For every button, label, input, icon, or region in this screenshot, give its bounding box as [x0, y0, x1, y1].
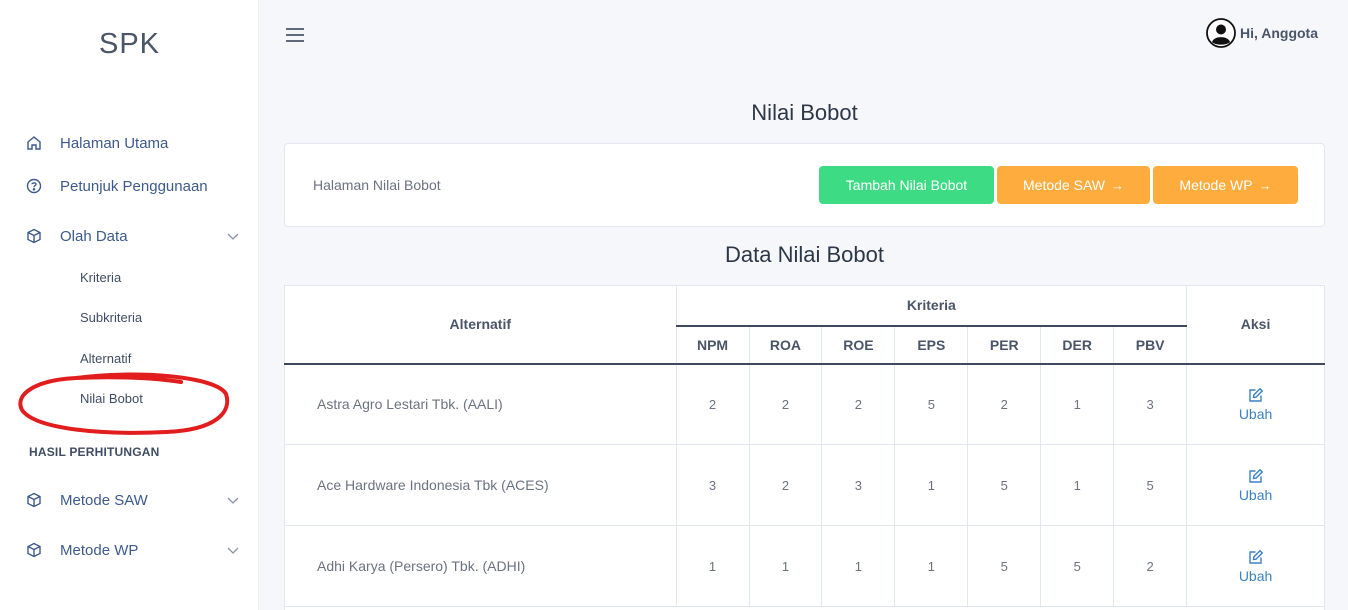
table-cell: 3	[821, 444, 896, 526]
table-cell: 5	[894, 363, 969, 445]
chevron-down-icon	[226, 493, 240, 507]
edit-icon	[1248, 468, 1263, 483]
column-header-der: DER	[1040, 325, 1115, 365]
table-cell: 1	[675, 525, 750, 607]
chevron-down-icon	[226, 543, 240, 557]
ubah-label: Ubah	[1238, 567, 1273, 584]
column-header-aksi: Aksi	[1186, 285, 1325, 365]
sidebar-item-metode-wp[interactable]: Metode WP	[0, 530, 259, 570]
home-icon	[26, 135, 42, 151]
table-cell: 3	[1113, 363, 1188, 445]
add-nilai-bobot-button[interactable]: Tambah Nilai Bobot	[819, 166, 994, 204]
sidebar-subitem-kriteria[interactable]: Kriteria	[80, 270, 121, 285]
table-cell: 1	[821, 525, 896, 607]
section-label-hasil: HASIL PERHITUNGAN	[29, 445, 160, 459]
user-menu[interactable]: Hi, Anggota	[1206, 18, 1318, 48]
nilai-bobot-table-container: Alternatif Kriteria Aksi NPM ROA ROE EPS…	[284, 285, 1325, 610]
box-icon	[26, 542, 42, 558]
alternatif-name: Adhi Karya (Persero) Tbk. (ADHI)	[284, 525, 677, 607]
sidebar-item-label: Petunjuk Penggunaan	[60, 177, 208, 195]
sidebar-subitem-alternatif[interactable]: Alternatif	[80, 351, 131, 366]
table-cell: 1	[748, 525, 823, 607]
column-header-per: PER	[967, 325, 1042, 365]
column-header-npm: NPM	[675, 325, 750, 365]
red-annotation-circle	[18, 372, 230, 435]
table-cell: 5	[967, 525, 1042, 607]
table-row: Ace Hardware Indonesia Tbk (ACES) 3 2 3 …	[284, 444, 1325, 526]
table-cell: 1	[1040, 444, 1115, 526]
user-greeting: Hi, Anggota	[1239, 25, 1318, 41]
table-cell: 2	[748, 444, 823, 526]
card-description: Halaman Nilai Bobot	[313, 177, 441, 193]
sidebar-item-label: Metode WP	[60, 541, 139, 559]
table-cell: 5	[967, 444, 1042, 526]
help-circle-icon	[26, 178, 42, 194]
brand-logo[interactable]: SPK	[0, 28, 259, 61]
table-cell: 5	[1113, 444, 1188, 526]
box-icon	[26, 492, 42, 508]
sidebar: SPK Halaman Utama Petunjuk Penggunaan Ol…	[0, 0, 259, 610]
column-header-roa: ROA	[748, 325, 823, 365]
column-header-eps: EPS	[894, 325, 969, 365]
edit-icon	[1248, 387, 1263, 402]
sidebar-item-petunjuk[interactable]: Petunjuk Penggunaan	[0, 166, 259, 206]
table-cell: 2	[967, 363, 1042, 445]
action-cell: Ubah	[1186, 444, 1325, 526]
button-label: Tambah Nilai Bobot	[845, 177, 968, 193]
action-cell: Ubah	[1186, 525, 1325, 607]
hamburger-menu-icon[interactable]	[285, 26, 305, 44]
sidebar-item-label: Olah Data	[60, 227, 128, 245]
table-cell: 5	[1040, 525, 1115, 607]
button-label: Metode WP	[1179, 177, 1253, 193]
user-avatar-icon	[1206, 18, 1236, 48]
ubah-button[interactable]: Ubah	[1239, 549, 1272, 584]
sidebar-item-metode-saw[interactable]: Metode SAW	[0, 480, 259, 520]
action-cell: Ubah	[1186, 363, 1325, 445]
column-header-alternatif: Alternatif	[284, 285, 677, 365]
table-cell: 3	[675, 444, 750, 526]
table-cell: 2	[1113, 525, 1188, 607]
table-cell: 1	[1040, 363, 1115, 445]
nilai-bobot-table: Alternatif Kriteria Aksi NPM ROA ROE EPS…	[284, 285, 1325, 607]
metode-saw-button[interactable]: Metode SAW →	[997, 166, 1150, 204]
alternatif-name: Ace Hardware Indonesia Tbk (ACES)	[284, 444, 677, 526]
ubah-label: Ubah	[1238, 405, 1273, 422]
metode-wp-button[interactable]: Metode WP →	[1153, 166, 1298, 204]
chevron-down-icon	[226, 229, 240, 243]
button-label: Metode SAW	[1023, 177, 1105, 193]
ubah-button[interactable]: Ubah	[1239, 468, 1272, 503]
arrow-right-icon: →	[1110, 177, 1124, 193]
ubah-button[interactable]: Ubah	[1239, 387, 1272, 422]
column-header-roe: ROE	[821, 325, 896, 365]
alternatif-name: Astra Agro Lestari Tbk. (AALI)	[284, 363, 677, 445]
table-row: Adhi Karya (Persero) Tbk. (ADHI) 1 1 1 1…	[284, 525, 1325, 607]
sidebar-item-halaman-utama[interactable]: Halaman Utama	[0, 123, 259, 163]
page-title: Nilai Bobot	[751, 100, 858, 125]
edit-icon	[1248, 549, 1263, 564]
table-cell: 1	[894, 525, 969, 607]
sidebar-subitem-subkriteria[interactable]: Subkriteria	[80, 310, 142, 325]
header-card: Halaman Nilai Bobot Tambah Nilai Bobot M…	[284, 143, 1325, 227]
table-cell: 2	[821, 363, 896, 445]
table-cell: 2	[748, 363, 823, 445]
sidebar-item-label: Metode SAW	[60, 491, 148, 509]
section-title: Data Nilai Bobot	[725, 242, 884, 267]
ubah-label: Ubah	[1238, 486, 1273, 503]
table-cell: 1	[894, 444, 969, 526]
arrow-right-icon: →	[1258, 177, 1272, 193]
column-header-pbv: PBV	[1113, 325, 1188, 365]
table-cell: 2	[675, 363, 750, 445]
table-row: Astra Agro Lestari Tbk. (AALI) 2 2 2 5 2…	[284, 363, 1325, 445]
box-icon	[26, 228, 42, 244]
sidebar-item-label: Halaman Utama	[60, 134, 169, 152]
sidebar-item-olah-data[interactable]: Olah Data	[0, 216, 259, 256]
column-header-kriteria: Kriteria	[675, 285, 1188, 327]
